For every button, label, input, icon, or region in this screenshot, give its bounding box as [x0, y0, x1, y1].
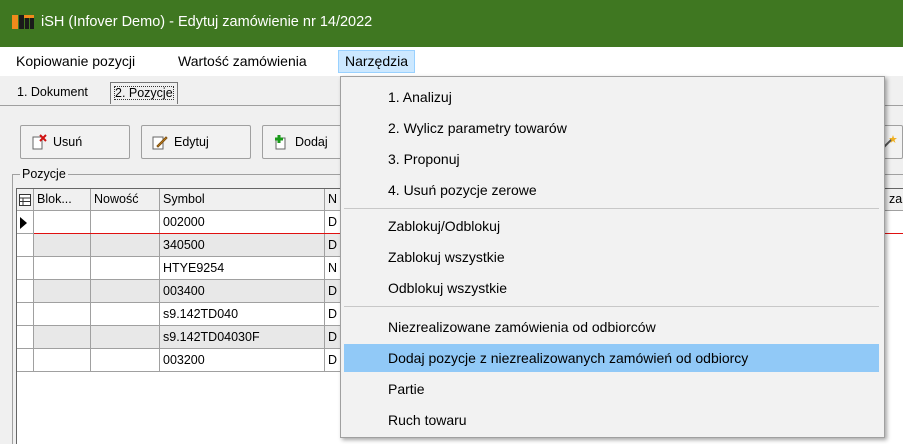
- grid-header-blokada[interactable]: Blok...: [34, 189, 91, 211]
- menu-item-ruch-towaru[interactable]: Ruch towaru: [344, 406, 879, 434]
- row-indicator-cell: [17, 257, 34, 280]
- cell-symbol[interactable]: HTYE9254: [160, 257, 325, 280]
- menu-item-partie[interactable]: Partie: [344, 375, 879, 403]
- app-logo-icon: [12, 15, 36, 29]
- cell-blok[interactable]: [34, 257, 91, 280]
- menu-bar: Kopiowanie pozycji Wartość zamówienia Na…: [0, 47, 903, 76]
- row-indicator-cell: [17, 211, 34, 234]
- edit-button-label: Edytuj: [174, 135, 209, 149]
- edit-button[interactable]: Edytuj: [141, 125, 251, 159]
- delete-button-label: Usuń: [53, 135, 83, 149]
- cell-symbol[interactable]: 002000: [160, 211, 325, 234]
- menu-item-analizuj[interactable]: 1. Analizuj: [344, 83, 879, 111]
- title-bar: iSH (Infover Demo) - Edytuj zamówienie n…: [0, 0, 903, 47]
- tab-pozycje[interactable]: 2. Pozycje: [110, 82, 178, 104]
- add-icon: [273, 134, 289, 150]
- menu-separator: [344, 306, 879, 307]
- narzedzia-dropdown-menu: 1. Analizuj 2. Wylicz parametry towarów …: [340, 76, 885, 438]
- current-row-arrow-icon: [20, 217, 27, 229]
- grid-header-nowosc[interactable]: Nowość: [91, 189, 160, 211]
- row-indicator-cell: [17, 349, 34, 372]
- cell-blok[interactable]: [34, 211, 91, 234]
- cell-blok[interactable]: [34, 326, 91, 349]
- grid-header-symbol[interactable]: Symbol: [160, 189, 325, 211]
- cell-nowosc[interactable]: [91, 326, 160, 349]
- cell-nowosc[interactable]: [91, 234, 160, 257]
- cell-nowosc[interactable]: [91, 257, 160, 280]
- menu-wartosc-zamowienia[interactable]: Wartość zamówienia: [172, 50, 313, 73]
- cell-blok[interactable]: [34, 303, 91, 326]
- add-button[interactable]: Dodaj: [262, 125, 342, 159]
- menu-separator: [344, 208, 879, 209]
- menu-item-usun-pozycje-zerowe[interactable]: 4. Usuń pozycje zerowe: [344, 176, 879, 204]
- cell-nowosc[interactable]: [91, 349, 160, 372]
- add-button-label: Dodaj: [295, 135, 328, 149]
- tab-pozycje-label: 2. Pozycje: [114, 86, 174, 100]
- row-indicator-cell: [17, 280, 34, 303]
- cell-symbol[interactable]: s9.142TD04030F: [160, 326, 325, 349]
- row-indicator-cell: [17, 303, 34, 326]
- cell-nowosc[interactable]: [91, 280, 160, 303]
- cell-nowosc[interactable]: [91, 211, 160, 234]
- cell-nowosc[interactable]: [91, 303, 160, 326]
- row-indicator-cell: [17, 326, 34, 349]
- cell-symbol[interactable]: 003400: [160, 280, 325, 303]
- menu-item-niezrealizowane-zamowienia[interactable]: Niezrealizowane zamówienia od odbiorców: [344, 313, 879, 341]
- grid-select-all-icon[interactable]: [17, 189, 34, 211]
- menu-kopiowanie-pozycji[interactable]: Kopiowanie pozycji: [10, 50, 141, 73]
- menu-item-zablokuj-wszystkie[interactable]: Zablokuj wszystkie: [344, 243, 879, 271]
- delete-button[interactable]: Usuń: [20, 125, 130, 159]
- menu-narzedzia[interactable]: Narzędzia: [338, 50, 416, 73]
- menu-item-dodaj-pozycje-z-niezrealizowanych[interactable]: Dodaj pozycje z niezrealizowanych zamówi…: [344, 344, 879, 372]
- cell-blok[interactable]: [34, 280, 91, 303]
- grid-header-right-fragment[interactable]: zak: [889, 189, 903, 211]
- positions-group-label: Pozycje: [20, 167, 68, 181]
- cell-symbol[interactable]: 003200: [160, 349, 325, 372]
- cell-symbol[interactable]: 340500: [160, 234, 325, 257]
- window-title: iSH (Infover Demo) - Edytuj zamówienie n…: [41, 14, 373, 30]
- menu-item-odblokuj-wszystkie[interactable]: Odblokuj wszystkie: [344, 274, 879, 302]
- menu-item-zablokuj-odblokuj[interactable]: Zablokuj/Odblokuj: [344, 212, 879, 240]
- delete-icon: [31, 134, 47, 150]
- cell-symbol[interactable]: s9.142TD040: [160, 303, 325, 326]
- menu-item-proponuj[interactable]: 3. Proponuj: [344, 145, 879, 173]
- tab-dokument[interactable]: 1. Dokument: [14, 82, 91, 104]
- cell-blok[interactable]: [34, 234, 91, 257]
- cell-blok[interactable]: [34, 349, 91, 372]
- pencil-icon: [152, 134, 168, 150]
- row-indicator-cell: [17, 234, 34, 257]
- menu-item-wylicz-parametry[interactable]: 2. Wylicz parametry towarów: [344, 114, 879, 142]
